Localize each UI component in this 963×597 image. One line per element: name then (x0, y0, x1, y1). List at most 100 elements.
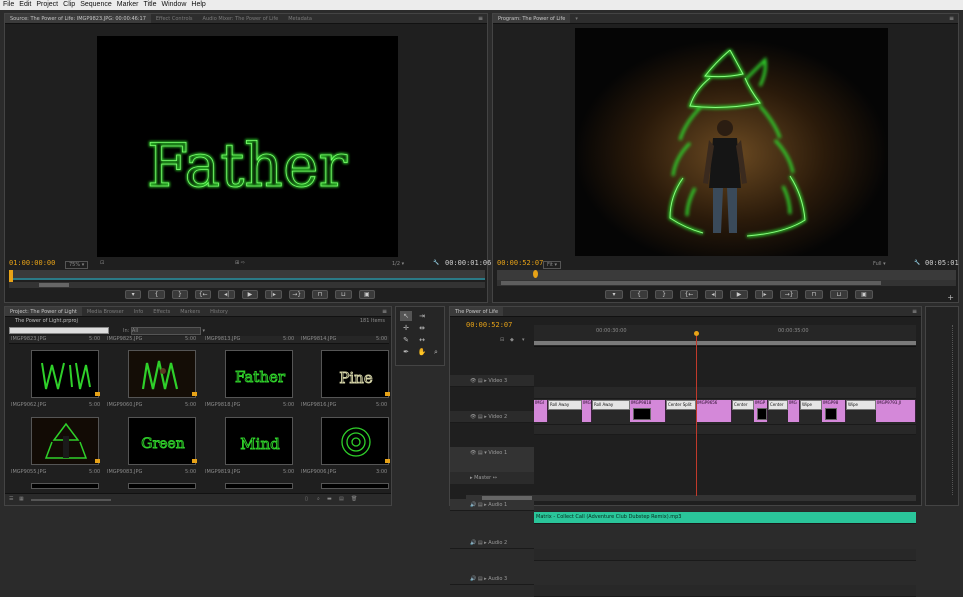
overwrite-button[interactable]: ⊔ (335, 290, 352, 299)
add-marker-button[interactable]: ▾ (125, 290, 142, 299)
track-lane-video1[interactable]: IMGI Roll Away IMG Roll Away IMGP9818 Ce… (534, 399, 916, 425)
marker-icon[interactable]: ◆ (510, 337, 514, 343)
tab-project[interactable]: Project: The Power of Light (5, 307, 82, 316)
timeline-ruler[interactable]: 00:00:30:00 00:00:35:00 (534, 325, 916, 347)
wrench-icon[interactable]: 🔧 (914, 260, 920, 266)
tab-effect-controls[interactable]: Effect Controls (151, 14, 198, 23)
timeline-timecode[interactable]: 00:00:52:07 (466, 321, 512, 329)
video-clip[interactable]: IMGP98 (822, 400, 846, 422)
media-thumbnail[interactable] (321, 417, 389, 465)
media-thumbnail[interactable]: Father (225, 350, 293, 398)
source-zoom-bar[interactable] (9, 282, 485, 288)
video-clip[interactable]: IMGP9818 (630, 400, 666, 422)
media-thumbnail[interactable] (31, 350, 99, 398)
tab-timeline[interactable]: The Power of Life (450, 307, 504, 316)
razor-tool-icon[interactable]: ✎ (400, 335, 412, 345)
media-thumbnail[interactable] (31, 417, 99, 465)
track-header-video1[interactable]: 👁 ▤ ▾ Video 1 (450, 447, 534, 473)
menu-file[interactable]: File (3, 1, 14, 8)
video-clip[interactable]: IMG (788, 400, 800, 422)
track-header-video2[interactable]: 👁 ▤ ▸ Video 2 (450, 411, 534, 423)
track-header-audio3[interactable]: 🔊 ▤ ▸ Audio 3 (450, 573, 534, 585)
program-zoom-bar[interactable] (497, 280, 956, 286)
tab-history[interactable]: History (205, 307, 233, 316)
find-icon[interactable]: ⌕ (317, 496, 320, 502)
slip-tool-icon[interactable]: ↔ (416, 335, 428, 345)
media-thumbnail[interactable] (128, 350, 196, 398)
step-back-button[interactable]: ◂| (705, 290, 723, 299)
delete-icon[interactable]: 🗑 (351, 496, 357, 502)
mark-in-button[interactable]: { (148, 290, 165, 299)
go-to-out-button[interactable]: →} (780, 290, 798, 299)
tab-effects[interactable]: Effects (148, 307, 175, 316)
transition[interactable]: Wipe (846, 400, 876, 410)
snap-icon[interactable]: ⊟ (500, 337, 504, 343)
track-header-audio2[interactable]: 🔊 ▤ ▸ Audio 2 (450, 537, 534, 549)
new-bin-icon[interactable]: ▬ (327, 496, 332, 502)
add-marker-button[interactable]: ▾ (605, 290, 623, 299)
timeline-zoom-bar[interactable] (466, 495, 916, 501)
track-lane-audio1[interactable]: Matrix - Collect Call (Adventure Club Du… (534, 511, 916, 524)
program-tab-menu[interactable]: ▾ (570, 14, 583, 23)
audio-clip[interactable]: Matrix - Collect Call (Adventure Club Du… (534, 512, 916, 523)
rolling-edit-tool-icon[interactable]: ⇹ (416, 323, 428, 333)
insert-button[interactable]: ⊓ (311, 290, 329, 299)
tab-media-browser[interactable]: Media Browser (82, 307, 129, 316)
go-to-out-button[interactable]: →} (288, 290, 305, 299)
menu-project[interactable]: Project (36, 1, 58, 8)
new-item-icon[interactable]: ▤ (339, 496, 344, 502)
source-scrub-bar[interactable] (9, 270, 485, 280)
mark-out-button[interactable]: } (171, 290, 189, 299)
media-thumbnail-partial[interactable] (31, 483, 99, 489)
source-settings-icon[interactable]: ⊡ (100, 260, 104, 266)
video-clip[interactable]: IMGP9656 (696, 400, 732, 422)
source-timecode[interactable]: 01:00:00:00 (9, 259, 55, 267)
media-thumbnail-partial[interactable] (225, 483, 293, 489)
video-clip[interactable]: IMGP (754, 400, 768, 422)
program-scrub-bar[interactable] (497, 270, 956, 280)
mark-out-button[interactable]: } (655, 290, 673, 299)
menu-sequence[interactable]: Sequence (80, 1, 112, 8)
tab-program[interactable]: Program: The Power of Life (493, 14, 571, 23)
tab-info[interactable]: Info (129, 307, 148, 316)
panel-menu-icon[interactable]: ≡ (949, 14, 954, 23)
icon-view-icon[interactable]: ▦ (19, 496, 24, 502)
go-to-in-button[interactable]: {← (680, 290, 698, 299)
add-button[interactable]: + (947, 293, 954, 302)
program-quality-select[interactable]: Full ▾ (873, 261, 886, 267)
media-thumbnail[interactable]: Green (128, 417, 196, 465)
step-forward-button[interactable]: |▸ (265, 290, 282, 299)
export-frame-button[interactable]: ▣ (855, 290, 873, 299)
tab-audio-mixer[interactable]: Audio Mixer: The Power of Life (198, 14, 284, 23)
menu-window[interactable]: Window (161, 1, 186, 8)
lift-button[interactable]: ⊓ (805, 290, 823, 299)
video-clip[interactable]: IMG (582, 400, 592, 422)
thumb-size-slider[interactable] (31, 499, 111, 501)
pen-tool-icon[interactable]: ✒ (400, 347, 412, 357)
track-select-tool-icon[interactable]: ⇥ (416, 311, 428, 321)
transition[interactable]: Center (732, 400, 754, 410)
extract-button[interactable]: ⊔ (830, 290, 848, 299)
tab-markers[interactable]: Markers (175, 307, 205, 316)
program-playhead[interactable] (533, 270, 538, 278)
add-marker-icon[interactable]: ▾ (522, 337, 525, 343)
source-fraction-select[interactable]: 1/2 ▾ (392, 261, 404, 267)
zoom-tool-icon[interactable]: ⌕ (430, 347, 442, 357)
hand-tool-icon[interactable]: ✋ (416, 347, 428, 357)
project-search-input[interactable] (9, 327, 109, 334)
transition[interactable]: Center Split (666, 400, 696, 410)
panel-menu-icon[interactable]: ≡ (912, 307, 917, 316)
panel-menu-icon[interactable]: ≡ (382, 307, 387, 316)
media-thumbnail-partial[interactable] (321, 483, 389, 489)
timeline-playhead-line[interactable] (696, 336, 697, 496)
transition[interactable]: Roll Away (592, 400, 630, 410)
transition[interactable]: Wipe (800, 400, 822, 410)
play-button[interactable]: ▶ (241, 290, 259, 299)
ripple-edit-tool-icon[interactable]: ✛ (400, 323, 412, 333)
media-thumbnail[interactable]: Mind (225, 417, 293, 465)
panel-menu-icon[interactable]: ≡ (478, 14, 483, 23)
menu-clip[interactable]: Clip (63, 1, 75, 8)
media-thumbnail-partial[interactable] (128, 483, 196, 489)
work-area-bar[interactable] (534, 341, 916, 345)
video-clip[interactable]: IMGP9793.JI (876, 400, 916, 422)
